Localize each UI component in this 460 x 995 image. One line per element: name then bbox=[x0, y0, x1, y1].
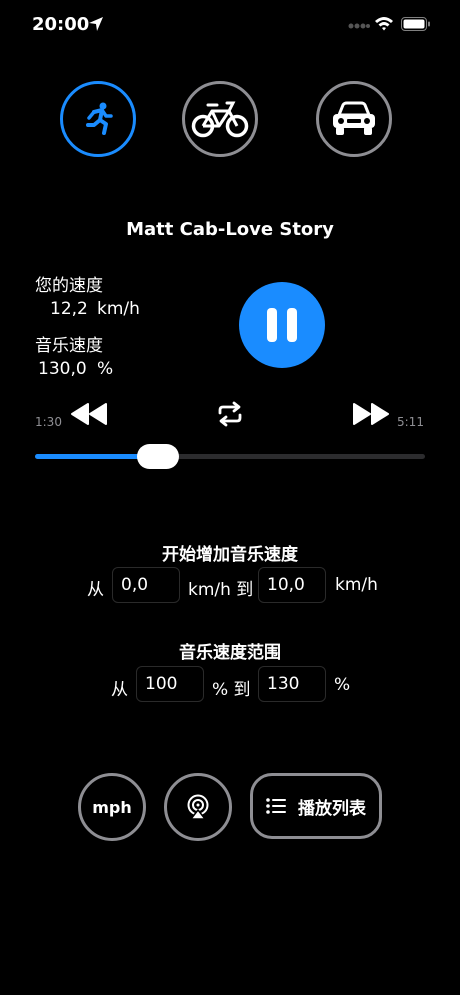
battery-icon bbox=[401, 17, 430, 31]
increase-from-input[interactable]: 0,0 bbox=[112, 567, 180, 603]
unit-toggle-label: mph bbox=[92, 797, 132, 817]
pause-button[interactable] bbox=[239, 282, 325, 368]
list-icon bbox=[266, 798, 286, 814]
status-time: 20:00 bbox=[32, 14, 90, 35]
location-arrow-icon bbox=[89, 17, 103, 31]
range-to-input[interactable]: 130 bbox=[258, 666, 326, 702]
increase-to-input[interactable]: 10,0 bbox=[258, 567, 326, 603]
range-unit-to: % 到 bbox=[212, 680, 251, 700]
playlist-label: 播放列表 bbox=[298, 798, 366, 819]
pause-icon bbox=[267, 308, 297, 342]
mode-car-button[interactable] bbox=[316, 81, 392, 157]
range-unit: % bbox=[334, 675, 351, 695]
increase-from-label: 从 bbox=[87, 580, 104, 600]
increase-section-title: 开始增加音乐速度 bbox=[162, 545, 298, 565]
music-speed-label: 音乐速度 bbox=[35, 336, 103, 356]
your-speed-label: 您的速度 bbox=[35, 276, 103, 296]
running-icon bbox=[86, 102, 113, 135]
playlist-button[interactable]: 播放列表 bbox=[250, 773, 382, 839]
airplay-button[interactable] bbox=[164, 773, 232, 841]
mode-running-button[interactable] bbox=[60, 81, 136, 157]
range-section-title: 音乐速度范围 bbox=[179, 643, 281, 663]
progress-fill bbox=[35, 454, 149, 459]
music-speed-value: 130,0 bbox=[38, 359, 87, 379]
fast-forward-icon[interactable] bbox=[352, 402, 390, 426]
unit-toggle-button[interactable]: mph bbox=[78, 773, 146, 841]
duration-time: 5:11 bbox=[397, 415, 424, 429]
your-speed-value: 12,2 bbox=[50, 299, 88, 319]
mode-bicycle-button[interactable] bbox=[182, 81, 258, 157]
repeat-icon[interactable] bbox=[216, 401, 244, 427]
rewind-icon[interactable] bbox=[70, 402, 108, 426]
your-speed-unit: km/h bbox=[97, 299, 140, 319]
bicycle-icon bbox=[191, 101, 249, 138]
increase-unit: km/h bbox=[335, 575, 378, 595]
song-title: Matt Cab-Love Story bbox=[126, 219, 334, 240]
cellular-signal-icon bbox=[348, 23, 370, 29]
car-icon bbox=[333, 101, 375, 135]
wifi-icon bbox=[375, 17, 393, 31]
airplay-icon bbox=[187, 794, 209, 820]
progress-thumb[interactable] bbox=[137, 444, 180, 469]
elapsed-time: 1:30 bbox=[35, 415, 62, 429]
music-speed-unit: % bbox=[97, 359, 114, 379]
range-from-input[interactable]: 100 bbox=[136, 666, 204, 702]
increase-unit-to: km/h 到 bbox=[188, 580, 254, 600]
range-from-label: 从 bbox=[111, 680, 128, 700]
